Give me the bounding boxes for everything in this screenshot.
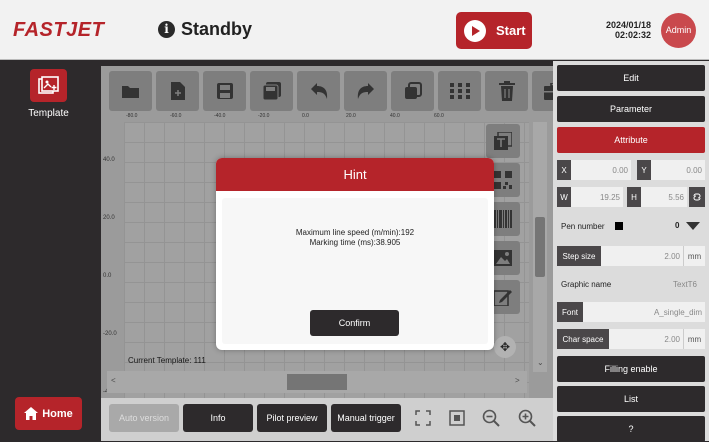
max-line-speed-text: Maximum line speed (m/min):192 [295,228,415,237]
h-input[interactable]: 5.56 [641,187,687,207]
fastjet-logo: FASTJET [13,19,105,41]
home-icon [24,407,39,420]
lock-ratio-button[interactable] [689,187,705,207]
info-icon: i [158,21,175,38]
pen-color-swatch [615,222,623,230]
play-icon [464,19,486,42]
user-avatar[interactable]: Admin [661,13,696,48]
template-button[interactable] [30,69,67,102]
h-label: H [627,187,641,207]
dialog-message: Maximum line speed (m/min):192 Marking t… [222,228,488,248]
date-text: 2024/01/18 [606,20,652,30]
step-size-input[interactable]: 2.00 [601,246,683,266]
char-space-input[interactable]: 2.00 [609,329,683,349]
attribute-tab[interactable]: Attribute [557,127,705,153]
list-button[interactable]: List [557,386,705,412]
info-button[interactable]: Info [183,404,253,432]
w-label: W [557,187,571,207]
char-space-unit: mm [683,329,705,349]
y-input[interactable]: 0.00 [651,160,705,180]
pilot-preview-button[interactable]: Pilot preview [257,404,327,432]
fit-screen-button[interactable] [409,404,437,432]
font-label: Font [557,302,583,322]
home-button[interactable]: Home [15,397,82,430]
bottom-toolbar: Auto version Info Pilot preview Manual t… [101,398,553,441]
template-icon [37,75,59,94]
edit-tab[interactable]: Edit [557,65,705,91]
parameter-tab[interactable]: Parameter [557,96,705,122]
zoom-in-button[interactable] [513,404,541,432]
zoom-region-icon [449,410,465,426]
start-label: Start [496,23,526,38]
pen-number-label: Pen number [561,222,605,231]
zoom-out-icon [482,409,500,427]
filling-enable-button[interactable]: Filling enable [557,356,705,382]
y-label: Y [637,160,651,180]
zoom-out-button[interactable] [477,404,505,432]
dialog-body: Maximum line speed (m/min):192 Marking t… [222,198,488,344]
pen-dropdown-arrow-icon[interactable] [686,222,700,230]
manual-trigger-button[interactable]: Manual trigger [331,404,401,432]
zoom-in-icon [518,409,536,427]
status-text: Standby [181,19,253,39]
dialog-title: Hint [216,158,494,191]
x-label: X [557,160,571,180]
marking-time-text: Marking time (ms):38.905 [309,238,401,247]
graphic-name-label: Graphic name [561,280,612,289]
start-button[interactable]: Start [456,12,532,49]
fit-screen-icon [415,410,431,426]
font-row: Font A_single_dim [557,302,705,322]
header-bar: FASTJET i Standby Start 2024/01/18 02:02… [0,0,709,60]
template-label: Template [28,108,69,119]
home-label: Home [42,407,73,420]
step-size-label: Step size [557,246,601,266]
w-input[interactable]: 19.25 [571,187,623,207]
datetime: 2024/01/18 02:02:32 [606,20,651,40]
graphic-name-value: TextT6 [673,280,698,289]
step-size-row: Step size 2.00 mm [557,246,705,266]
xy-row: X 0.00 Y 0.00 [557,160,705,180]
step-size-unit: mm [683,246,705,266]
hint-dialog: Hint Maximum line speed (m/min):192 Mark… [216,158,494,350]
confirm-button[interactable]: Confirm [310,310,399,336]
help-button[interactable]: ? [557,416,705,442]
right-panel: Edit Parameter Attribute X 0.00 Y 0.00 W… [553,61,709,442]
time-text: 02:02:32 [615,30,652,40]
link-icon [693,193,701,201]
font-select[interactable]: A_single_dim [583,302,705,322]
x-input[interactable]: 0.00 [571,160,631,180]
status-indicator: i Standby [158,19,252,40]
wh-row: W 19.25 H 5.56 [557,187,705,207]
pen-number-value[interactable]: 0 [675,221,679,230]
char-space-label: Char space [557,329,609,349]
left-sidebar: Template Home [0,61,97,441]
zoom-region-button[interactable] [443,404,471,432]
char-space-row: Char space 2.00 mm [557,329,705,349]
auto-version-button[interactable]: Auto version [109,404,179,432]
